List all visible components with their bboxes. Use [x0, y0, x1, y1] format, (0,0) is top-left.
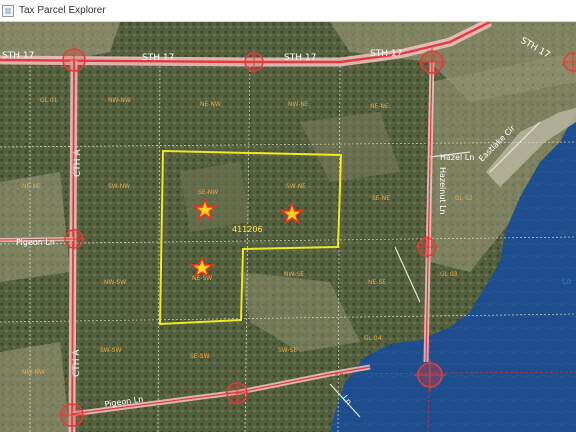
road-label-pigeon-ln: Pigeon Ln [16, 238, 55, 247]
road-label-sth17: STH 17 [370, 49, 402, 59]
window-title: Tax Parcel Explorer [19, 5, 106, 16]
road-label-sth17: STH 17 [284, 53, 316, 63]
map-viewport[interactable]: Lo STH 17 STH 17 STH 17 STH 17 STH 17 CT [0, 22, 576, 432]
parcel-label: NW-NE [288, 101, 309, 108]
parcel-label: SE-SW [190, 353, 210, 360]
road-label-cth-a: CTH A [72, 349, 82, 377]
field-area [180, 162, 250, 232]
road-label-sth17: STH 17 [2, 51, 34, 61]
parcel-label: SW-SW [100, 347, 121, 354]
window-titlebar: Tax Parcel Explorer [0, 0, 576, 22]
field-area [0, 342, 70, 432]
parcel-label: SW-NW [108, 183, 130, 190]
parcel-label: NE-NE [22, 183, 41, 190]
map-app-icon [2, 4, 14, 17]
parcel-label: NE-NW [200, 101, 221, 108]
parcel-label: NE-NE [370, 103, 389, 110]
parcel-label: NW-NW [22, 369, 45, 376]
parcel-label: SW-SE [278, 347, 297, 354]
parcel-id-label: 411206 [232, 225, 263, 234]
parcel-label: GL 01 [40, 97, 58, 104]
parcel-label: GL 03 [440, 271, 458, 278]
lake-label: Lo [562, 277, 571, 286]
parcel-label: GL 04 [364, 335, 382, 342]
parcel-label: SW-NE [286, 183, 306, 190]
aerial-map[interactable]: Lo STH 17 STH 17 STH 17 STH 17 STH 17 CT [0, 22, 576, 432]
parcel-label: SE-NE [372, 195, 390, 202]
parcel-label: NW-NW [108, 97, 131, 104]
road-label-hazel-ln: Hazel Ln [440, 153, 474, 162]
road-label-cth-a: CTH A [73, 149, 83, 177]
parcel-label: NE-SE [368, 279, 386, 286]
parcel-label: GL 02 [455, 195, 473, 202]
parcel-label: NW-SW [104, 279, 126, 286]
parcel-label: NW-SE [284, 271, 304, 278]
parcel-label: NE-SW [192, 275, 212, 282]
road-label-sth17: STH 17 [142, 53, 174, 63]
parcel-label: SE-NW [198, 189, 218, 196]
road-label-hazelnut-ln: Hazelnut Ln [438, 167, 447, 215]
